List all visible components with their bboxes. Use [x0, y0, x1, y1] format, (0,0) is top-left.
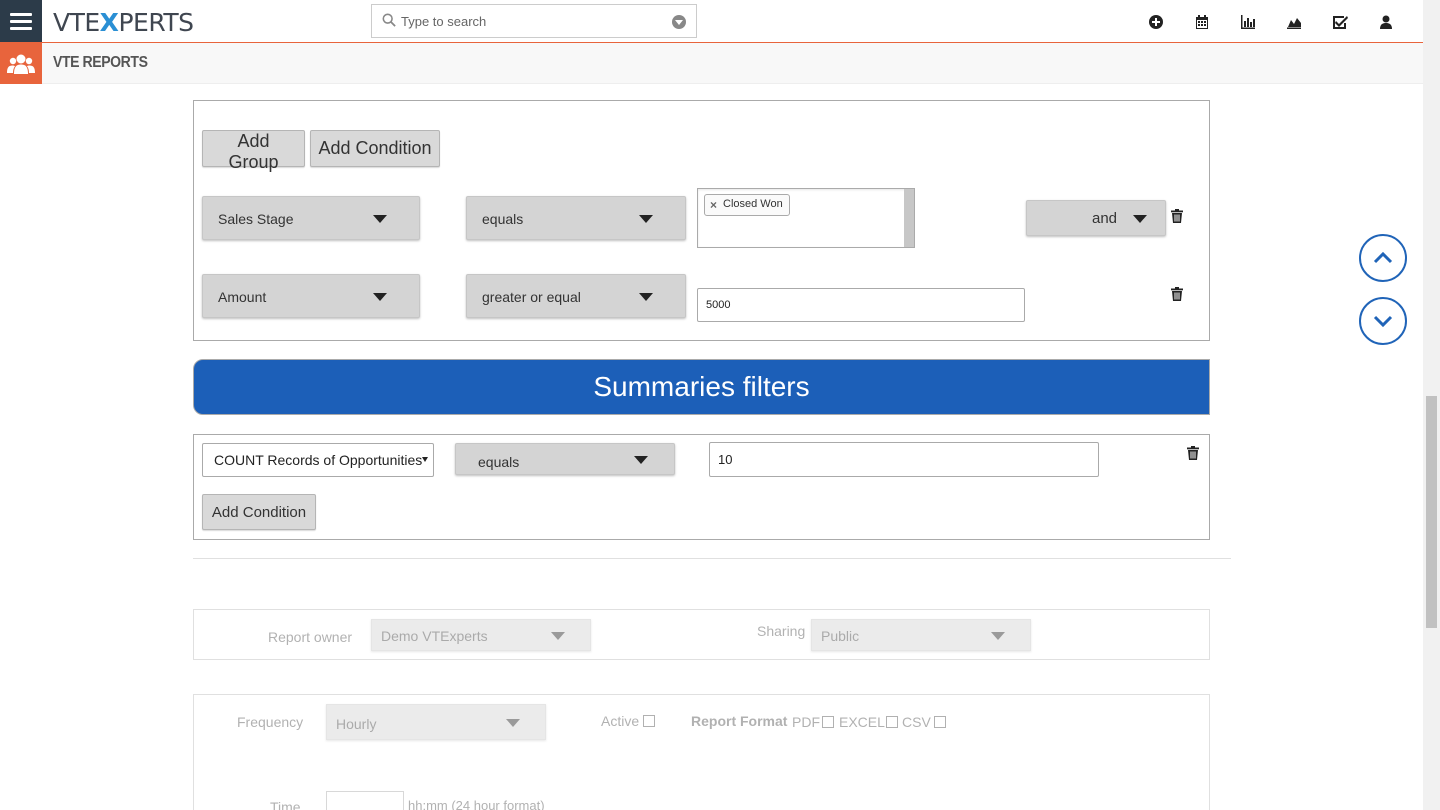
- format-pdf-label: PDF: [792, 714, 820, 730]
- trash-icon[interactable]: [1171, 287, 1183, 301]
- search-icon: [382, 13, 396, 27]
- tag-label: Closed Won: [723, 198, 783, 210]
- select-label: Hourly: [336, 716, 377, 732]
- summaries-panel: COUNT Records of Opportunities equals 10…: [193, 434, 1210, 540]
- global-search[interactable]: [371, 4, 697, 38]
- conditions-panel: Add Group Add Condition Sales Stage equa…: [193, 100, 1210, 341]
- sharing-label: Sharing: [757, 623, 806, 639]
- caret-down-icon: [551, 632, 565, 640]
- module-title[interactable]: VTE REPORTS: [53, 54, 148, 72]
- active-label: Active: [601, 713, 640, 729]
- caret-down-icon: [639, 293, 653, 301]
- summary-value-input[interactable]: 10: [709, 442, 1099, 477]
- top-navbar: VTEXPERTS: [0, 0, 1423, 43]
- report-owner-label: Report owner: [268, 629, 353, 645]
- scroll-down-button[interactable]: [1359, 297, 1407, 345]
- frequency-label: Frequency: [237, 714, 304, 730]
- caret-down-icon: [506, 719, 520, 727]
- select-label: greater or equal: [482, 289, 581, 305]
- condition-field-select[interactable]: Amount: [202, 274, 420, 318]
- format-csv-checkbox[interactable]: [934, 716, 946, 728]
- report-owner-select[interactable]: Demo VTExperts: [371, 619, 591, 651]
- scroll-up-button[interactable]: [1359, 234, 1407, 282]
- user-icon[interactable]: [1363, 12, 1409, 32]
- condition-operator-select[interactable]: greater or equal: [466, 274, 686, 318]
- time-format-hint: hh:mm (24 hour format): [408, 798, 545, 810]
- checkbox-icon[interactable]: [1317, 12, 1363, 32]
- area-chart-icon[interactable]: [1271, 12, 1317, 32]
- section-divider: [193, 558, 1231, 559]
- format-csv-label: CSV: [902, 714, 931, 730]
- caret-down-icon: [373, 293, 387, 301]
- time-label: Time: [270, 799, 301, 810]
- select-label: Public: [821, 628, 860, 644]
- condition-operator-select[interactable]: equals: [466, 196, 686, 240]
- select-label: Sales Stage: [218, 211, 294, 227]
- caret-down-icon: [1133, 215, 1147, 223]
- remove-tag-icon[interactable]: ×: [710, 198, 717, 212]
- select-label: Amount: [218, 289, 267, 305]
- select-label: COUNT Records of Opportunities: [214, 452, 423, 468]
- caret-down-icon: [991, 632, 1005, 640]
- time-input[interactable]: [326, 791, 404, 810]
- scrollbar-thumb[interactable]: [1426, 396, 1437, 628]
- select-label: equals: [482, 211, 524, 227]
- summary-add-condition-button[interactable]: Add Condition: [202, 494, 316, 530]
- trash-icon[interactable]: [1187, 446, 1199, 460]
- multiselect-scrollbar[interactable]: [904, 189, 914, 247]
- select-label: equals: [478, 454, 520, 470]
- report-sharing-panel: Report owner Demo VTExperts Sharing Publ…: [193, 609, 1210, 660]
- search-options-chevron-icon[interactable]: [672, 15, 686, 29]
- page-scrollbar[interactable]: [1423, 0, 1440, 810]
- caret-down-icon: [639, 215, 653, 223]
- report-schedule-panel: Frequency Hourly Active Report Format PD…: [193, 694, 1210, 810]
- format-excel-label: EXCEL: [839, 714, 885, 730]
- caret-down-icon: [373, 215, 387, 223]
- condition-value-input[interactable]: 5000: [697, 288, 1025, 322]
- condition-field-select[interactable]: Sales Stage: [202, 196, 420, 240]
- add-condition-button[interactable]: Add Condition: [310, 130, 440, 167]
- select-label: Demo VTExperts: [381, 628, 488, 644]
- calendar-icon[interactable]: [1179, 12, 1225, 32]
- summary-operator-select[interactable]: equals: [455, 443, 675, 475]
- summary-field-select[interactable]: COUNT Records of Opportunities: [202, 443, 434, 477]
- bar-chart-icon[interactable]: [1225, 12, 1271, 32]
- chevron-down-icon: [1373, 315, 1393, 328]
- search-input[interactable]: [401, 11, 661, 31]
- condition-join-select[interactable]: and: [1026, 200, 1166, 236]
- condition-value-multiselect[interactable]: × Closed Won: [697, 188, 915, 248]
- chevron-up-icon: [1373, 251, 1393, 264]
- add-group-button[interactable]: Add Group: [202, 130, 305, 172]
- users-group-icon[interactable]: [0, 43, 42, 84]
- trash-icon[interactable]: [1171, 209, 1183, 223]
- value-tag: × Closed Won: [704, 194, 790, 216]
- sharing-select[interactable]: Public: [811, 619, 1031, 651]
- active-checkbox[interactable]: [643, 715, 655, 727]
- report-format-label: Report Format: [691, 713, 788, 729]
- app-logo[interactable]: VTEXPERTS: [53, 8, 194, 37]
- format-pdf-checkbox[interactable]: [822, 716, 834, 728]
- quick-actions: [1133, 12, 1409, 32]
- frequency-select[interactable]: Hourly: [326, 704, 546, 740]
- caret-down-icon: [634, 456, 648, 464]
- caret-down-icon: [422, 457, 428, 462]
- module-bar: VTE REPORTS: [0, 43, 1423, 84]
- plus-circle-icon[interactable]: [1133, 12, 1179, 32]
- summaries-filters-heading: Summaries filters: [193, 359, 1210, 415]
- select-label: and: [1092, 210, 1118, 227]
- format-excel-checkbox[interactable]: [886, 716, 898, 728]
- hamburger-menu-icon[interactable]: [0, 0, 42, 42]
